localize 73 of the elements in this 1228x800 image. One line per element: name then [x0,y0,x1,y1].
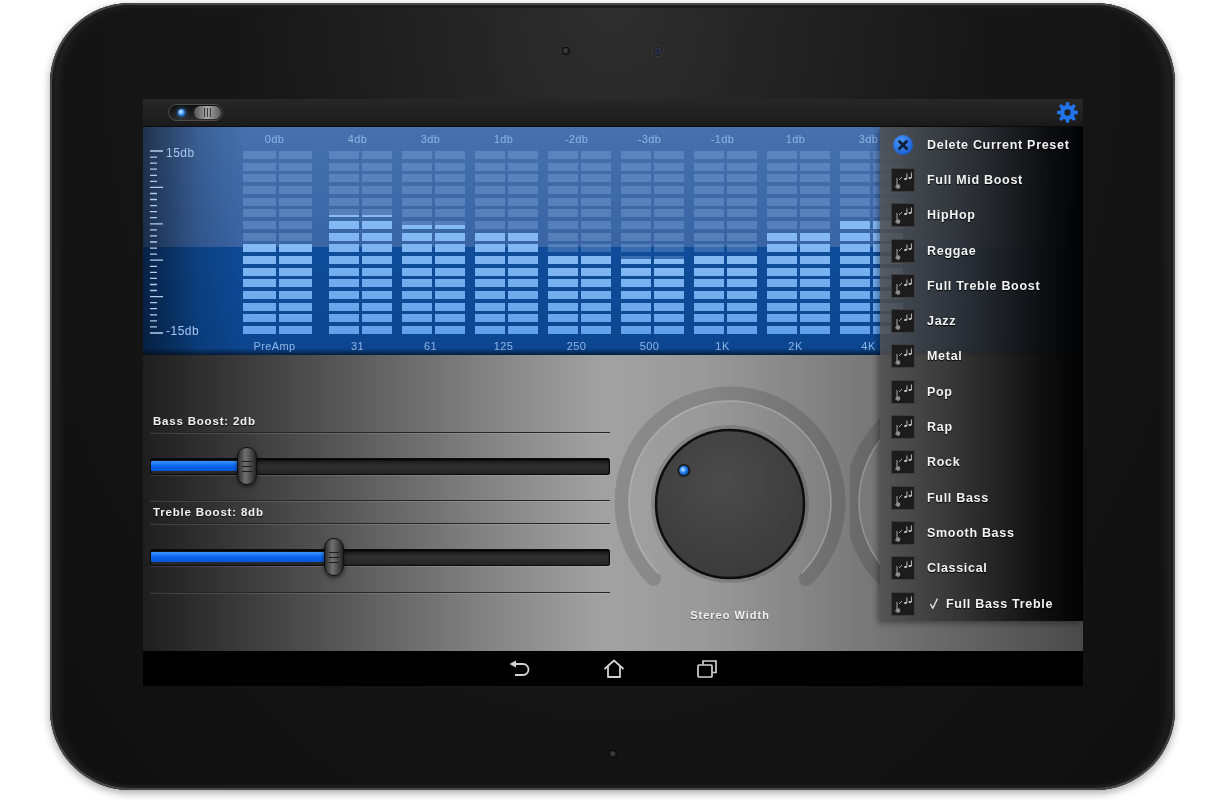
slider-label: Bass Boost: 2db [152,414,256,428]
slider-thumb[interactable] [324,538,344,576]
music-notes-icon [891,520,915,545]
frequency-label: 2K [788,339,803,353]
scale-label: -15db [166,324,200,338]
frequency-label: 1K [715,339,730,353]
sensor-dot-icon [563,48,569,54]
frequency-label: 4K [861,339,876,353]
gain-label: -2db [564,132,589,146]
eq-band-slider[interactable] [329,151,392,334]
recent-apps-icon[interactable] [697,659,717,678]
menu-item[interactable]: Reggae [880,232,1083,269]
menu-item[interactable]: Full Mid Boost [880,162,1083,198]
menu-item[interactable]: Full Treble Boost [880,268,1083,304]
music-notes-icon [891,309,915,334]
frequency-label: 31 [350,339,364,353]
camera-lens-icon [653,46,663,56]
gain-label: 1db [785,132,806,146]
switch-thumb[interactable] [194,106,221,119]
music-notes-icon [891,379,915,404]
knob-label: Stereo Width [690,608,770,622]
menu-item[interactable]: Delete Current Preset [880,127,1083,163]
eq-band-slider[interactable] [243,151,312,334]
menu-item[interactable]: Rap [880,409,1083,445]
menu-item[interactable]: Rock [880,444,1083,480]
music-notes-icon [891,591,915,616]
sensor-dot-icon [610,751,616,757]
music-notes-icon [891,485,915,510]
music-notes-icon [891,415,915,439]
eq-band-slider[interactable] [767,151,830,334]
eq-band-slider[interactable] [475,151,538,334]
gain-label: 0db [264,132,285,146]
scale-label: 15db [166,146,196,160]
slider-track[interactable] [150,538,610,576]
gain-label: 3db [420,132,441,146]
eq-band-slider[interactable] [694,151,757,334]
eq-band-slider[interactable] [402,151,465,334]
music-notes-icon [891,167,915,192]
frequency-label: 125 [493,339,514,353]
led-icon [178,109,185,116]
back-icon[interactable] [509,660,531,677]
eq-band-slider[interactable] [621,151,684,334]
frequency-label: 500 [639,339,660,353]
gain-label: 3db [858,132,879,146]
menu-item[interactable]: Pop [880,374,1083,410]
slider-track[interactable] [150,447,610,485]
menu-item[interactable]: Smooth Bass [880,515,1083,551]
eq-band-slider[interactable] [548,151,611,334]
menu-item[interactable]: Full Bass [880,479,1083,516]
music-notes-icon [891,344,915,369]
gain-label: -1db [710,132,735,146]
settings-icon[interactable] [1057,102,1078,123]
music-notes-icon [891,203,915,228]
music-notes-icon [891,273,915,298]
menu-item[interactable]: Full Bass Treble [880,585,1083,622]
frequency-label: 250 [566,339,587,353]
music-notes-icon [891,238,915,263]
home-icon[interactable] [603,659,625,678]
slider-thumb[interactable] [236,447,257,485]
menu-item[interactable]: Jazz [880,303,1083,339]
frequency-label: PreAmp [253,339,296,353]
menu-item[interactable]: HipHop [880,197,1083,233]
frequency-label: 61 [423,339,437,353]
menu-item[interactable]: Metal [880,338,1083,375]
close-icon [893,134,913,155]
menu-item[interactable]: Classical [880,550,1083,586]
gain-label: 4db [347,132,368,146]
gain-label: -3db [637,132,662,146]
toggle-switch[interactable] [168,104,223,121]
music-notes-icon [891,450,915,475]
slider-label: Treble Boost: 8db [152,505,264,519]
gain-label: 1db [493,132,514,146]
music-notes-icon [891,556,915,581]
